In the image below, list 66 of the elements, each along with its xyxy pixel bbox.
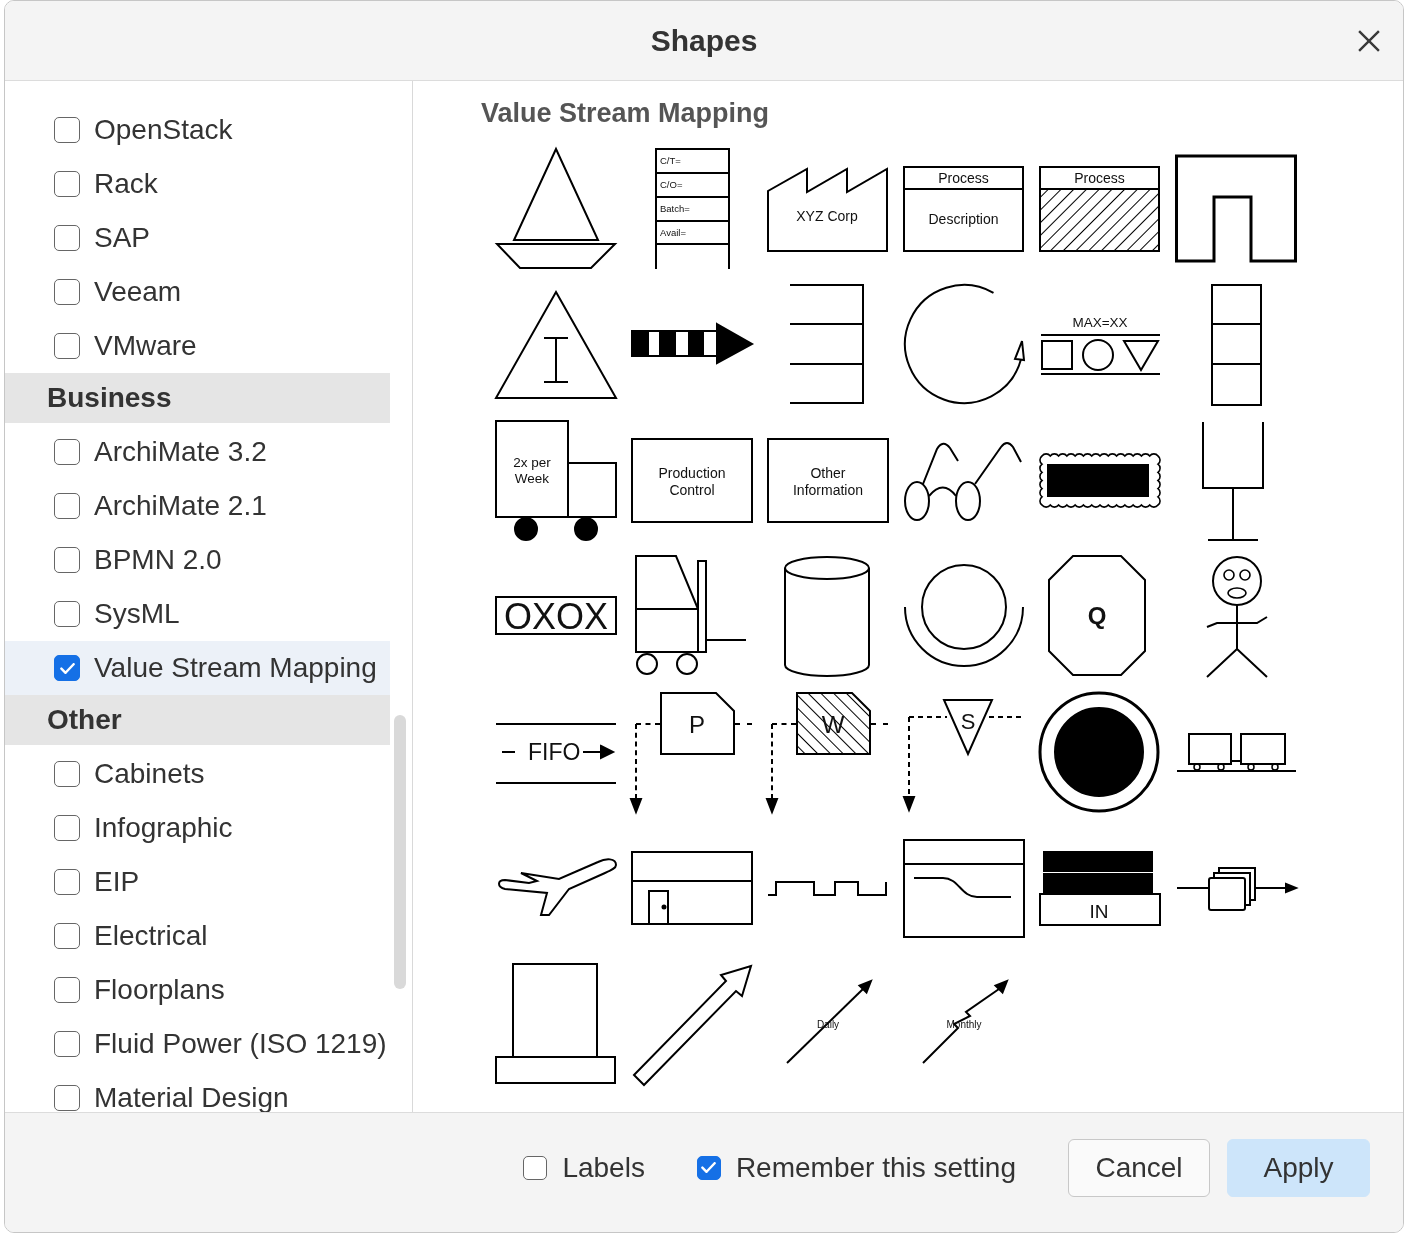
library-option[interactable]: EIP [5,855,390,909]
library-option[interactable]: Value Stream Mapping [5,641,390,695]
checkbox[interactable] [54,547,80,573]
panel-heading: Value Stream Mapping [481,97,771,129]
section-header: Business [5,373,390,423]
checkbox[interactable] [54,493,80,519]
checkbox[interactable] [54,1085,80,1111]
shape-label: P [689,711,705,738]
scrollbar-thumb[interactable] [394,715,406,989]
shape-label: OXOX [504,596,608,637]
library-option[interactable]: Material Design [5,1071,390,1112]
shape-label: XYZ Corp [796,208,858,224]
shape-label: IN [1089,901,1109,922]
library-option[interactable]: ArchiMate 2.1 [5,479,390,533]
checkbox[interactable] [54,279,80,305]
checkbox[interactable] [54,869,80,895]
checkbox[interactable] [54,439,80,465]
checkbox[interactable] [54,117,80,143]
library-option[interactable]: Infographic [5,801,390,855]
close-icon [1358,29,1380,52]
shape-label: MAX=XX [1072,315,1128,330]
shape-label: 2x per Week [513,455,551,486]
checkbox[interactable] [54,333,80,359]
shape-label: Production Control [658,465,726,498]
library-option[interactable]: Veeam [5,265,390,319]
checkbox[interactable] [54,1031,80,1057]
checkbox[interactable] [696,1155,721,1180]
library-option[interactable]: Floorplans [5,963,390,1017]
library-option[interactable]: VMware [5,319,390,373]
library-option[interactable]: SAP [5,211,390,265]
field-label: Batch= [660,203,690,214]
checkbox[interactable] [54,977,80,1003]
checkbox[interactable] [54,761,80,787]
library-option[interactable]: BPMN 2.0 [5,533,390,587]
field-label: C/O= [660,179,683,190]
library-option[interactable]: Cabinets [5,747,390,801]
checkbox[interactable] [54,171,80,197]
field-label: Avail= [660,227,686,238]
library-option[interactable]: Electrical [5,909,390,963]
checkbox[interactable] [523,1155,548,1180]
library-option[interactable]: Fluid Power (ISO 1219) [5,1017,390,1071]
checkbox[interactable] [54,601,80,627]
library-option[interactable]: Rack [5,157,390,211]
shape-label: Description [928,211,999,227]
checkbox[interactable] [54,225,80,251]
library-option[interactable]: ArchiMate 3.2 [5,425,390,479]
checkmark-icon [701,1162,717,1173]
checkbox-option[interactable]: Labels [523,1151,645,1184]
library-option[interactable]: OpenStack [5,103,390,157]
apply-button[interactable]: Apply [1227,1138,1370,1197]
dialog-title: Shapes [650,23,758,58]
checkmark-icon [59,662,75,674]
section-header: Other [5,695,390,745]
shape-label: Q [1087,602,1107,629]
checkbox-option[interactable]: Remember this setting [696,1151,1016,1184]
checkbox[interactable] [54,655,80,681]
library-option[interactable]: SysML [5,587,390,641]
shape-label: Process [938,170,989,186]
checkbox[interactable] [54,815,80,841]
shape-label: S [960,709,976,734]
shape-label: Other Information [793,465,863,498]
field-label: C/T= [660,155,681,166]
shape-label: FIFO [528,739,581,765]
cancel-button[interactable]: Cancel [1068,1138,1210,1197]
shape-label: Process [1074,170,1125,186]
checkbox[interactable] [54,923,80,949]
